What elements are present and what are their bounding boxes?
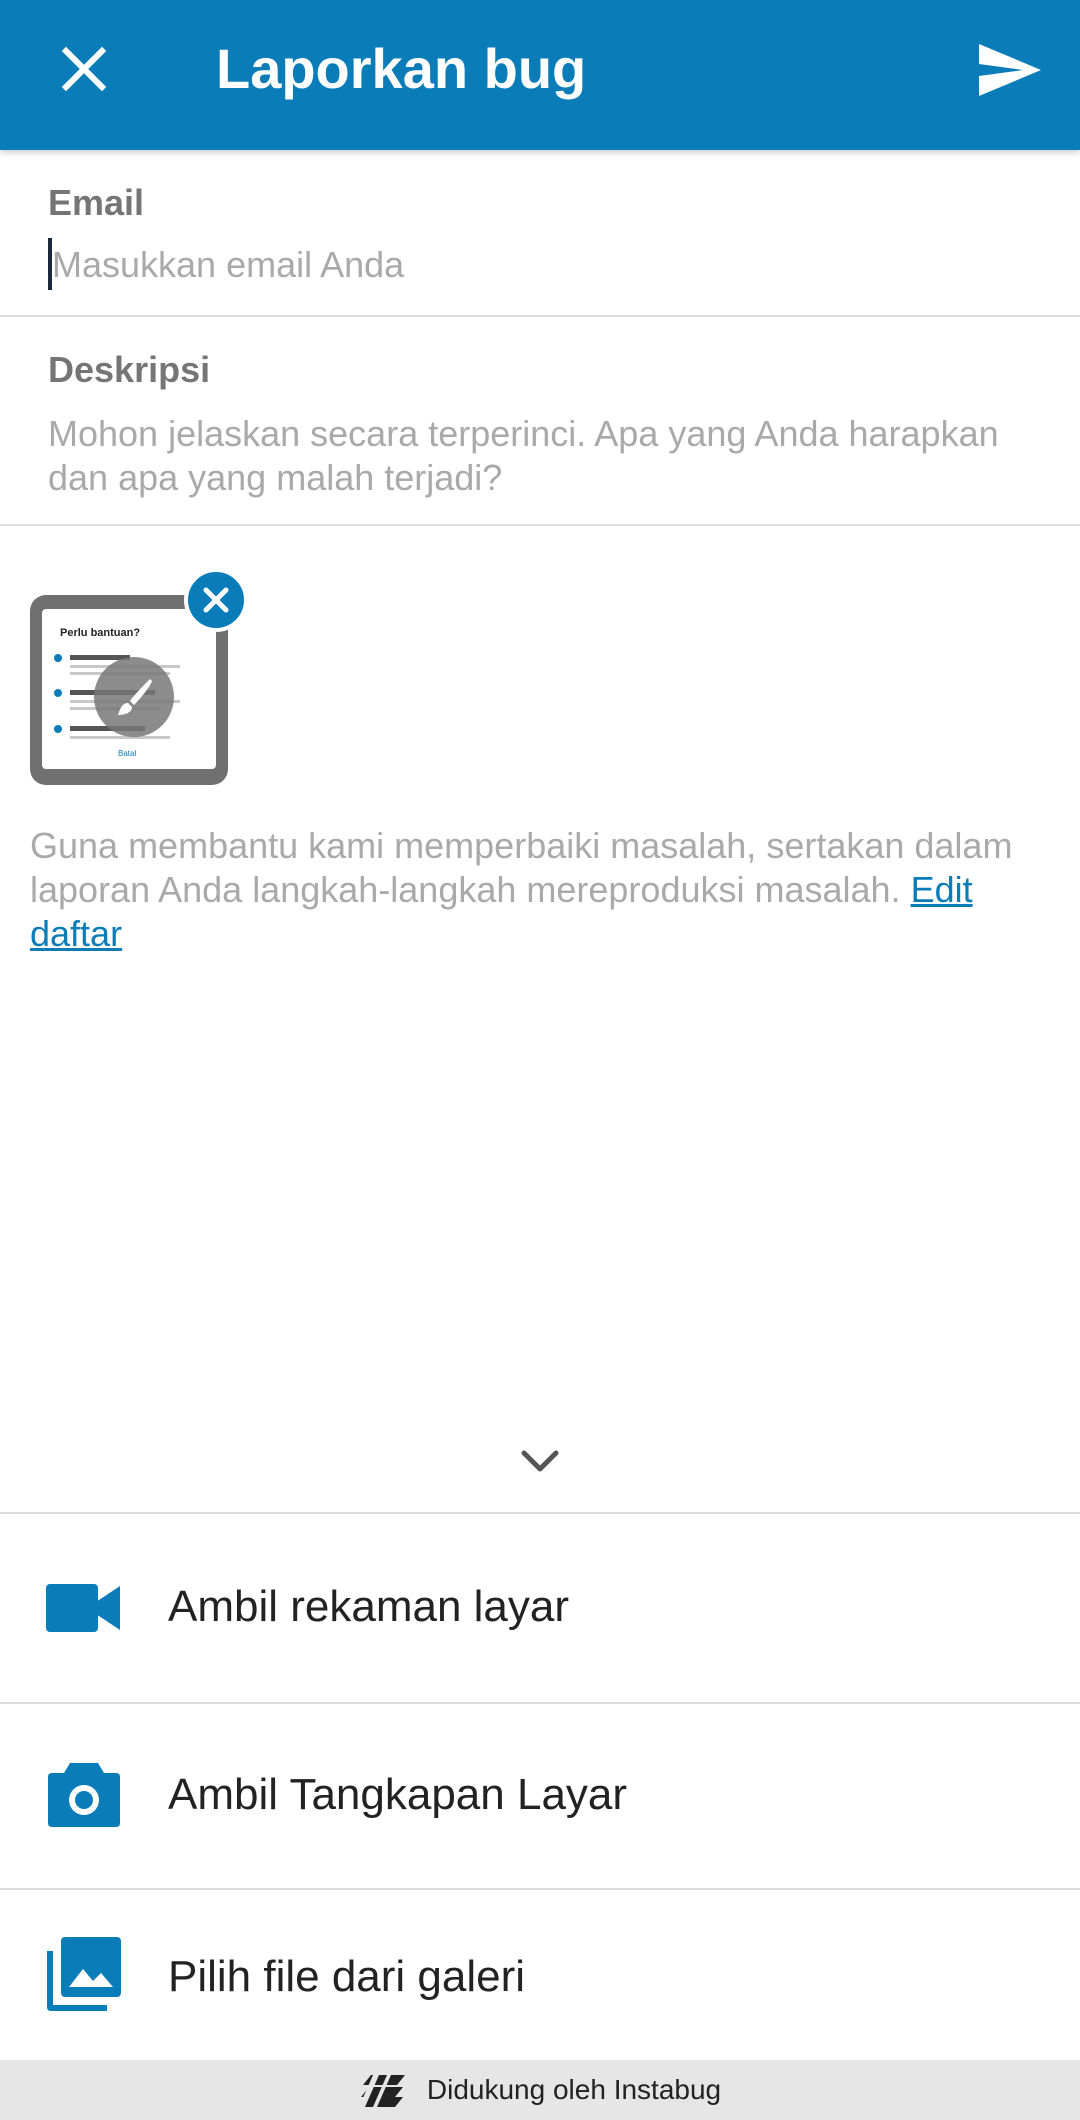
take-screenshot-label: Ambil Tangkapan Layar xyxy=(168,1770,628,1819)
record-screen-label: Ambil rekaman layar xyxy=(168,1582,570,1631)
thumbnail-line xyxy=(70,736,170,739)
close-button[interactable] xyxy=(48,33,120,105)
email-label: Email xyxy=(48,182,145,223)
thumbnail-bullet xyxy=(54,689,62,697)
edit-screenshot-button[interactable] xyxy=(94,657,174,737)
gallery-icon xyxy=(46,1936,122,2012)
help-text-body: Guna membantu kami memperbaiki masalah, … xyxy=(30,825,1013,910)
thumbnail-bullet xyxy=(54,725,62,733)
powered-by-footer: Didukung oleh Instabug xyxy=(0,2060,1080,2120)
help-text: Guna membantu kami memperbaiki masalah, … xyxy=(30,824,1030,956)
thumbnail-cancel-text: Batal xyxy=(118,749,137,758)
thumbnail-preview: Perlu bantuan? Batal xyxy=(42,609,216,769)
brush-icon xyxy=(118,679,152,715)
description-field[interactable]: Mohon jelaskan secara terperinci. Apa ya… xyxy=(48,412,1008,500)
thumbnail-title: Perlu bantuan? xyxy=(60,627,141,639)
powered-by-text: Didukung oleh Instabug xyxy=(426,2074,722,2105)
video-camera-icon xyxy=(46,1570,122,1646)
description-label: Deskripsi xyxy=(48,349,211,390)
pick-from-gallery-label: Pilih file dari galeri xyxy=(168,1952,526,2001)
collapse-actions-button[interactable] xyxy=(516,1444,564,1480)
chevron-down-icon xyxy=(521,1450,559,1472)
app-bar: Laporkan bug xyxy=(0,0,1080,150)
instabug-logo-icon xyxy=(358,2072,409,2108)
bug-report-screen: Laporkan bug Email Deskripsi Mohon jelas… xyxy=(0,0,1080,2120)
send-button[interactable] xyxy=(970,30,1050,110)
thumbnail-bullet xyxy=(54,654,62,662)
divider xyxy=(0,315,1080,317)
email-field[interactable] xyxy=(48,240,1028,290)
record-screen-button[interactable]: Ambil rekaman layar xyxy=(0,1514,1080,1700)
camera-icon xyxy=(46,1756,122,1832)
pick-from-gallery-button[interactable]: Pilih file dari galeri xyxy=(0,1890,1080,2058)
divider xyxy=(0,524,1080,526)
page-title: Laporkan bug xyxy=(216,37,587,100)
remove-attachment-button[interactable] xyxy=(184,568,248,632)
send-icon xyxy=(979,44,1041,96)
close-icon xyxy=(61,46,107,92)
take-screenshot-button[interactable]: Ambil Tangkapan Layar xyxy=(0,1704,1080,1890)
close-icon xyxy=(203,587,229,613)
